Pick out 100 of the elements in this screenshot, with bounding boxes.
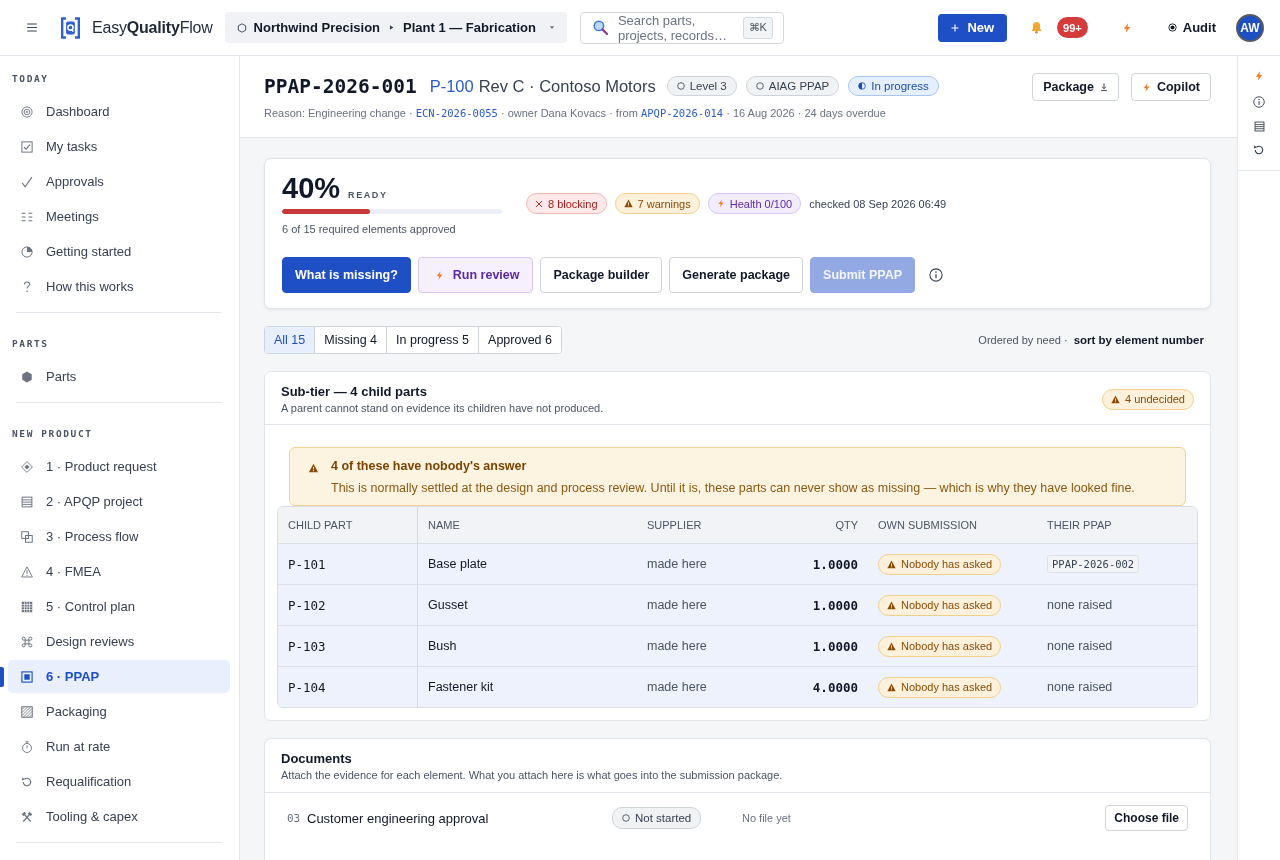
list-icon[interactable] (1253, 121, 1265, 132)
warning-icon (21, 565, 33, 578)
sidebar-item[interactable]: Requalification (8, 765, 230, 798)
sidebar-item[interactable]: Parts (8, 360, 230, 393)
warning-icon (887, 559, 896, 569)
status-badge: Nobody has asked (878, 553, 1002, 575)
new-button[interactable]: New (938, 13, 1008, 42)
issue-chip[interactable]: Health 0/100 (707, 193, 802, 214)
sidebar-item[interactable]: My tasks (8, 130, 230, 163)
table-cell: none raised (1037, 626, 1197, 667)
lightning-icon[interactable] (1254, 69, 1264, 83)
sidebar-item[interactable]: Run at rate (8, 730, 230, 763)
command-icon (21, 635, 33, 648)
checkmark-icon (21, 175, 33, 188)
issue-chip[interactable]: 8 blocking (526, 193, 607, 214)
filter-tab[interactable]: All 15 (265, 327, 315, 353)
refresh-icon[interactable] (1253, 144, 1265, 156)
sidebar-item[interactable]: 5 · Control plan (8, 590, 230, 623)
status-badge: AIAG PPAP (745, 76, 840, 96)
copilot-button[interactable]: Copilot (1130, 73, 1211, 101)
grid-icon (21, 600, 33, 613)
status-badge: Nobody has asked (878, 635, 1002, 657)
sidebar-item[interactable]: Dashboard (8, 95, 230, 128)
sidebar-item[interactable]: Tooling & capex (8, 800, 230, 833)
section-heading: TODAY (11, 72, 50, 86)
sidebar-item[interactable]: 2 · APQP project (8, 485, 230, 518)
table-cell: P-103 (278, 626, 418, 667)
sidebar-item[interactable]: 3 · Process flow (8, 520, 230, 553)
action-button[interactable]: Generate package (669, 257, 804, 293)
circle-icon (622, 814, 630, 822)
table-cell: made here (637, 626, 787, 667)
action-button[interactable]: Run review (417, 257, 534, 293)
choose-file-button[interactable]: Choose file (1105, 805, 1188, 831)
warning-icon (623, 199, 633, 208)
column-header: THEIR PPAP (1037, 507, 1197, 544)
target-icon (21, 105, 33, 118)
file-status: No file yet (742, 812, 792, 824)
issue-chip[interactable]: 7 warnings (614, 193, 700, 214)
record-tag[interactable]: PPAP-2026-002 (1047, 555, 1140, 573)
sidebar-item[interactable]: How this works (8, 270, 230, 303)
order-note: Ordered by need · (978, 334, 1068, 346)
sort-link[interactable]: sort by element number (1073, 334, 1204, 346)
readiness-label: READY (348, 190, 388, 200)
audit-button[interactable]: Audit (1167, 20, 1216, 35)
record-link[interactable]: APQP-2026-014 (640, 107, 724, 119)
status-badge: Level 3 (666, 76, 737, 96)
hatched-square-icon (21, 705, 33, 718)
warning-icon (308, 463, 319, 473)
sidebar-item[interactable]: Packaging (8, 695, 230, 728)
info-icon[interactable] (1253, 95, 1265, 109)
table-cell: Base plate (418, 544, 637, 585)
caret-icon (548, 25, 555, 30)
close-icon (535, 199, 543, 208)
table-cell: made here (637, 667, 787, 707)
radio-icon (1167, 23, 1177, 32)
action-button[interactable]: Package builder (540, 257, 663, 293)
sidebar-item[interactable]: Meetings (8, 200, 230, 233)
sidebar-item[interactable]: Getting started (8, 235, 230, 268)
sidebar-item[interactable]: 4 · FMEA (8, 555, 230, 588)
user-avatar[interactable]: AW (1236, 13, 1264, 42)
sidebar-item[interactable]: Approvals (8, 165, 230, 198)
warning-icon (887, 641, 896, 651)
menu-icon[interactable] (26, 22, 38, 33)
workspace-switcher[interactable]: Northwind Precision Plant 1 — Fabrication (224, 12, 567, 43)
table-cell: P-102 (278, 585, 418, 626)
part-link[interactable]: P-100 (429, 76, 474, 96)
table-cell: Fastener kit (418, 667, 637, 707)
section-heading: NEW PRODUCT (11, 427, 94, 441)
brand-name: EasyQualityFlow (92, 18, 213, 37)
table-cell: none raised (1037, 667, 1197, 707)
status-badge: In progress (848, 76, 939, 96)
hammers-icon (21, 810, 33, 823)
sidebar-item[interactable]: 6 · PPAP (8, 660, 230, 693)
circle-icon (755, 82, 764, 90)
filter-tab[interactable]: Approved 6 (478, 327, 561, 353)
hexagon-icon (21, 370, 33, 383)
record-link[interactable]: ECN-2026-0055 (415, 107, 498, 119)
table-cell: 1.0000 (787, 626, 868, 667)
triangle-right-icon (389, 24, 394, 31)
table-cell: 1.0000 (787, 544, 868, 585)
column-header: SUPPLIER (637, 507, 787, 544)
column-header: CHILD PART (278, 507, 418, 544)
info-icon[interactable] (929, 268, 943, 282)
search-field[interactable]: Search parts, projects, records… ⌘K (579, 11, 784, 44)
sidebar-item[interactable]: 1 · Product request (8, 450, 230, 483)
table-cell: P-104 (278, 667, 418, 707)
table-cell: Bush (418, 626, 637, 667)
section-heading: PARTS (11, 337, 50, 351)
undecided-badge: 4 undecided (1102, 388, 1194, 410)
half-circle-icon (858, 82, 867, 90)
element-name: Customer engineering approval (307, 810, 490, 826)
checked-time: checked 08 Sep 2026 06:49 (809, 197, 947, 210)
action-button[interactable]: What is missing? (282, 257, 411, 293)
warning-icon (887, 600, 896, 610)
warning-icon (887, 682, 896, 692)
record-meta: Reason: Engineering change · ECN-2026-0055 · owner Dana Kovacs · from APQP-2026-014 · 16 Aug 2026 · 24 days overdue (264, 107, 887, 119)
alert-title: 4 of these have nobody's answer (331, 459, 528, 473)
package-button[interactable]: Package (1032, 73, 1119, 101)
table-cell: made here (637, 544, 787, 585)
sidebar-item[interactable]: Design reviews (8, 625, 230, 658)
